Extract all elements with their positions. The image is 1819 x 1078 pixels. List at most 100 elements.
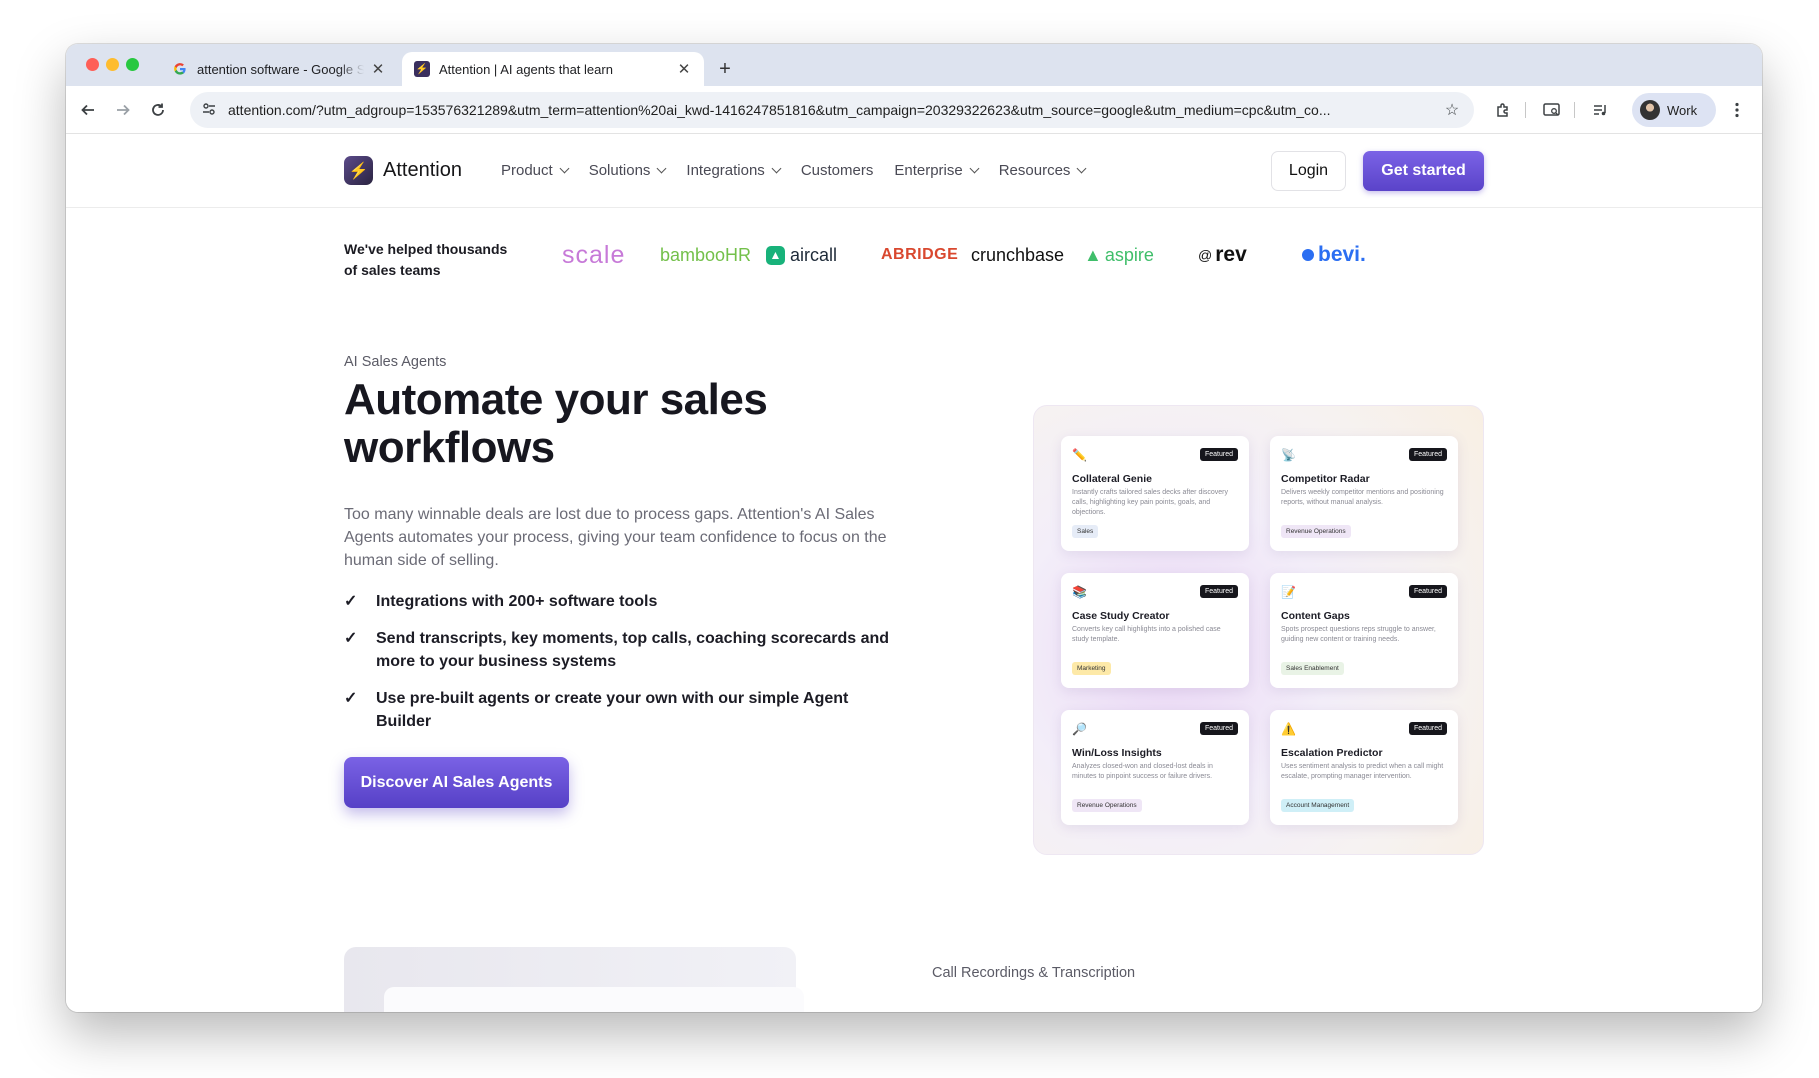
featured-badge: Featured [1408, 722, 1447, 735]
feature-text: Send transcripts, key moments, top calls… [376, 630, 890, 670]
agent-description: Instantly crafts tailored sales decks af… [1072, 489, 1229, 516]
discover-agents-button[interactable]: Discover AI Sales Agents [344, 757, 569, 808]
agent-tag: Sales [1072, 525, 1099, 538]
agent-card[interactable]: 🔎 Featured Win/Loss Insights Analyzes cl… [1061, 710, 1249, 825]
satellite-icon: 📡 [1281, 448, 1296, 462]
checkmark-icon: ✓ [344, 630, 358, 647]
agent-description: Converts key call highlights into a poli… [1072, 626, 1221, 643]
chevron-down-icon [1076, 163, 1087, 174]
google-g-icon [172, 61, 188, 77]
customer-logo-scale: scale [562, 240, 626, 269]
page-title: Automate your sales workflows [344, 375, 768, 472]
chevron-down-icon [656, 163, 667, 174]
bevi-icon [1302, 249, 1314, 261]
site-header: ⚡ Attention Product Solutions Integratio… [66, 134, 1762, 208]
agent-tag: Sales Enablement [1281, 662, 1344, 675]
customer-logo-bamboohr: bambooHR [660, 244, 752, 265]
toolbar-divider [1574, 102, 1575, 118]
logo-text: aircall [790, 244, 838, 265]
close-tab-icon[interactable]: ✕ [676, 60, 692, 78]
url-text[interactable]: attention.com/?utm_adgroup=153576321289&… [228, 102, 1432, 118]
agent-card[interactable]: 📚 Featured Case Study Creator Converts k… [1061, 573, 1249, 688]
agent-card[interactable]: ✏️ Featured Collateral Genie Instantly c… [1061, 436, 1249, 551]
agent-title: Competitor Radar [1281, 473, 1370, 485]
chevron-down-icon [559, 163, 570, 174]
list-item: ✓ Integrations with 200+ software tools [344, 590, 904, 613]
profile-name: Work [1667, 102, 1698, 118]
feature-text: Use pre-built agents or create your own … [376, 690, 849, 730]
nav-item-resources[interactable]: Resources [998, 162, 1087, 179]
agent-title: Collateral Genie [1072, 473, 1152, 485]
login-button[interactable]: Login [1271, 151, 1346, 191]
tab-title: attention software - Google Search [197, 61, 364, 77]
warning-icon: ⚠️ [1281, 722, 1296, 736]
aspire-icon: ▲ [1084, 244, 1102, 265]
list-item: ✓ Use pre-built agents or create your ow… [344, 687, 904, 733]
new-tab-button[interactable]: + [712, 52, 738, 86]
agent-title: Win/Loss Insights [1072, 747, 1162, 759]
logo-text: rev [1215, 243, 1247, 266]
featured-badge: Featured [1408, 448, 1447, 461]
agent-card[interactable]: ⚠️ Featured Escalation Predictor Uses se… [1270, 710, 1458, 825]
minimize-window-button[interactable] [106, 58, 119, 71]
agent-card[interactable]: 📡 Featured Competitor Radar Delivers wee… [1270, 436, 1458, 551]
agent-title: Case Study Creator [1072, 610, 1170, 622]
extensions-icon[interactable] [1492, 99, 1514, 121]
customer-logo-bevi: bevi. [1302, 240, 1366, 270]
avatar [1640, 100, 1660, 120]
maximize-window-button[interactable] [126, 58, 139, 71]
logo-text: bevi. [1318, 243, 1366, 266]
nav-item-customers[interactable]: Customers [801, 162, 874, 179]
address-bar[interactable]: attention.com/?utm_adgroup=153576321289&… [190, 92, 1474, 128]
pen-icon: ✏️ [1072, 448, 1087, 462]
more-menu-icon[interactable] [1726, 99, 1748, 121]
toolbar-divider [1525, 102, 1526, 118]
close-window-button[interactable] [86, 58, 99, 71]
agent-title: Escalation Predictor [1281, 747, 1383, 759]
nav-label: Solutions [588, 162, 651, 179]
social-proof-text: We've helped thousands of sales teams [344, 241, 508, 278]
forward-arrow-icon[interactable] [111, 98, 135, 122]
featured-badge: Featured [1199, 448, 1238, 461]
brand-name: Attention [383, 159, 462, 181]
attention-logo-icon: ⚡ [414, 61, 430, 77]
nav-label: Customers [800, 162, 874, 179]
close-tab-icon[interactable]: ✕ [370, 60, 386, 78]
nav-label: Resources [998, 162, 1071, 179]
tab-title: Attention | AI agents that learn [439, 61, 613, 77]
profile-button[interactable]: Work [1632, 93, 1716, 127]
media-controls-icon[interactable] [1589, 99, 1611, 121]
tab-google-search[interactable]: attention software - Google Search ✕ [160, 52, 398, 86]
brand-logo[interactable]: ⚡ Attention [344, 156, 462, 185]
reload-icon[interactable] [146, 98, 170, 122]
site-settings-icon[interactable] [202, 102, 220, 119]
nav-label: Product [501, 162, 553, 179]
attention-logo-icon: ⚡ [344, 156, 373, 185]
nav-item-enterprise[interactable]: Enterprise [894, 162, 980, 179]
get-started-button[interactable]: Get started [1363, 151, 1484, 191]
rev-icon: @ [1198, 247, 1213, 263]
bookmark-star-icon[interactable]: ☆ [1442, 100, 1462, 120]
section-eyebrow: AI Sales Agents [344, 354, 447, 370]
agent-card[interactable]: 📝 Featured Content Gaps Spots prospect q… [1270, 573, 1458, 688]
tab-search-icon[interactable] [1541, 99, 1563, 121]
call-recording-preview [344, 947, 804, 1012]
agents-showcase: ✏️ Featured Collateral Genie Instantly c… [1033, 405, 1484, 855]
nav-item-solutions[interactable]: Solutions [588, 162, 667, 179]
nav-item-integrations[interactable]: Integrations [686, 162, 782, 179]
preview-panel [384, 987, 804, 1012]
browser-window: attention software - Google Search ✕ ⚡ A… [66, 44, 1762, 1012]
list-item: ✓ Send transcripts, key moments, top cal… [344, 627, 904, 673]
back-arrow-icon[interactable] [76, 98, 100, 122]
agent-description: Spots prospect questions reps struggle t… [1281, 626, 1436, 643]
memo-icon: 📝 [1281, 585, 1296, 599]
checkmark-icon: ✓ [344, 690, 358, 707]
agent-tag: Marketing [1072, 662, 1111, 675]
nav-item-product[interactable]: Product [501, 162, 570, 179]
agent-description: Analyzes closed-won and closed-lost deal… [1072, 763, 1213, 780]
agent-description: Uses sentiment analysis to predict when … [1281, 763, 1444, 780]
featured-badge: Featured [1199, 585, 1238, 598]
customer-logo-abridge: ABRIDGE [881, 246, 959, 263]
tab-strip: attention software - Google Search ✕ ⚡ A… [66, 44, 1762, 86]
tab-attention[interactable]: ⚡ Attention | AI agents that learn ✕ [402, 52, 704, 86]
